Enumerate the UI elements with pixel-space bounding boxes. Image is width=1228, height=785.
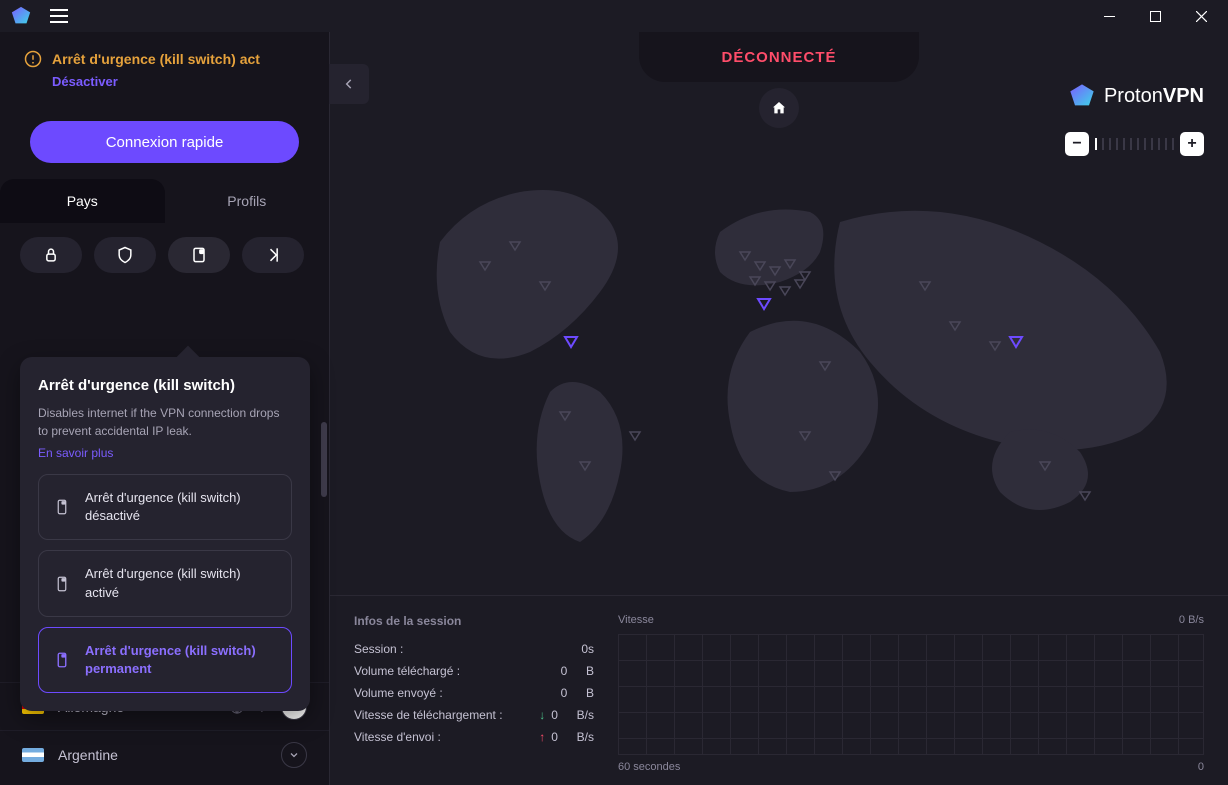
chart-label-bottom-left: 60 secondes [618, 761, 680, 773]
phone-icon [53, 575, 71, 593]
stat-label: Vitesse d'envoi : [354, 730, 441, 744]
session-footer: Infos de la session Session : 0s Volume t… [330, 595, 1228, 785]
chart-label-left: Vitesse [618, 614, 654, 626]
speed-chart: Vitesse 0 B/s 60 secondes 0 [618, 614, 1204, 773]
chart-grid [618, 634, 1204, 755]
option-label: Arrêt d'urgence (kill switch) activé [85, 565, 277, 601]
map-area[interactable]: DÉCONNECTÉ ProtonVPN − + [330, 32, 1228, 785]
connection-status: DÉCONNECTÉ [639, 32, 919, 82]
warning-text: Arrêt d'urgence (kill switch) act [52, 51, 260, 67]
kill-switch-icon[interactable] [168, 237, 230, 273]
option-label: Arrêt d'urgence (kill switch) désactivé [85, 489, 277, 525]
brand-logo: ProtonVPN [1068, 82, 1204, 110]
hamburger-menu-icon[interactable] [50, 9, 68, 23]
stat-unit: B [586, 686, 594, 700]
main-area: Arrêt d'urgence (kill switch) act Désact… [0, 32, 1228, 785]
warning-icon [24, 50, 42, 68]
chevron-down-icon [288, 749, 300, 761]
stat-value: 0 [561, 686, 568, 700]
session-title: Infos de la session [354, 614, 594, 628]
stat-unit: B/s [577, 708, 594, 722]
disable-link[interactable]: Désactiver [24, 74, 305, 89]
stat-value: 0 [551, 708, 558, 722]
popup-description: Disables internet if the VPN connection … [38, 404, 292, 440]
status-wrap: DÉCONNECTÉ [639, 32, 919, 82]
stat-label: Volume téléchargé : [354, 664, 460, 678]
chart-label-bottom-right: 0 [1198, 761, 1204, 773]
chart-label-right: 0 B/s [1179, 614, 1204, 626]
port-forwarding-icon[interactable] [242, 237, 304, 273]
learn-more-link[interactable]: En savoir plus [38, 446, 292, 460]
collapse-sidebar-button[interactable] [329, 64, 369, 104]
upload-arrow-icon: ↑ [539, 730, 545, 744]
sidebar-tabs: Pays Profils [0, 179, 329, 223]
popup-title: Arrêt d'urgence (kill switch) [38, 377, 292, 394]
tab-profiles[interactable]: Profils [165, 179, 330, 223]
session-info-panel: Infos de la session Session : 0s Volume t… [354, 614, 594, 773]
download-arrow-icon: ↓ [539, 708, 545, 722]
kill-switch-options: Arrêt d'urgence (kill switch) désactivé … [38, 474, 292, 693]
kill-switch-popup: Arrêt d'urgence (kill switch) Disables i… [20, 357, 310, 711]
expand-button[interactable] [281, 742, 307, 768]
proton-logo-icon [1068, 82, 1096, 110]
country-row-argentina[interactable]: Argentine [0, 730, 329, 778]
home-button[interactable] [759, 88, 799, 128]
home-icon [771, 100, 787, 116]
flag-argentina [22, 748, 44, 762]
minimize-button[interactable] [1086, 0, 1132, 32]
chevron-left-icon [342, 77, 356, 91]
maximize-button[interactable] [1132, 0, 1178, 32]
proton-logo-small [10, 5, 32, 27]
stat-label: Vitesse de téléchargement : [354, 708, 503, 722]
country-name: Argentine [58, 747, 267, 763]
kill-switch-warning-banner: Arrêt d'urgence (kill switch) act Désact… [0, 32, 329, 103]
kill-switch-option-permanent[interactable]: Arrêt d'urgence (kill switch) permanent [38, 627, 292, 693]
stat-value: 0s [581, 642, 594, 656]
country-actions [281, 742, 307, 768]
sidebar: Arrêt d'urgence (kill switch) act Désact… [0, 32, 330, 785]
kill-switch-option-off[interactable]: Arrêt d'urgence (kill switch) désactivé [38, 474, 292, 540]
feature-icon-row [0, 223, 329, 287]
window-controls [1086, 0, 1224, 32]
stat-value: 0 [551, 730, 558, 744]
stat-unit: B [586, 664, 594, 678]
secure-core-icon[interactable] [20, 237, 82, 273]
phone-icon [53, 498, 71, 516]
brand-name-2: VPN [1163, 85, 1204, 107]
zoom-ticks [1095, 138, 1174, 150]
quick-connect-button[interactable]: Connexion rapide [30, 121, 299, 163]
brand-name-1: Proton [1104, 85, 1163, 107]
titlebar-left [4, 5, 68, 27]
stat-label: Session : [354, 642, 403, 656]
sidebar-scrollbar[interactable] [321, 422, 327, 497]
close-button[interactable] [1178, 0, 1224, 32]
world-map[interactable] [400, 152, 1220, 572]
tab-countries[interactable]: Pays [0, 179, 165, 223]
phone-icon [53, 651, 71, 669]
kill-switch-option-on[interactable]: Arrêt d'urgence (kill switch) activé [38, 550, 292, 616]
option-label: Arrêt d'urgence (kill switch) permanent [85, 642, 277, 678]
stat-unit: B/s [577, 730, 594, 744]
titlebar [0, 0, 1228, 32]
stat-value: 0 [561, 664, 568, 678]
netshield-icon[interactable] [94, 237, 156, 273]
stat-label: Volume envoyé : [354, 686, 443, 700]
